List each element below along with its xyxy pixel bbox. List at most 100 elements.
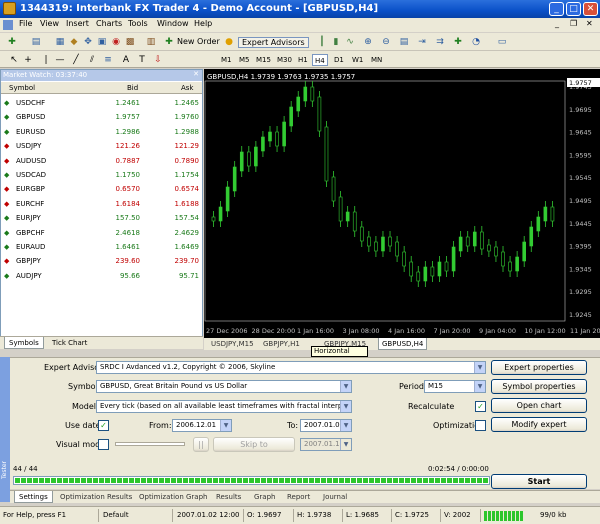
market-watch-row[interactable]: ◆ EURGBP 0.6570 0.6574 — [1, 182, 202, 196]
chart-tab-gbpjpy-h1[interactable]: GBPJPY,H1 — [260, 338, 303, 350]
zoom-in-icon[interactable]: ⊕ — [362, 36, 374, 48]
new-chart-icon[interactable]: ✚ — [6, 36, 18, 48]
line-chart-icon[interactable]: ∿ — [344, 36, 356, 48]
menu-window[interactable]: Window — [157, 19, 189, 28]
market-watch-row[interactable]: ◆ GBPUSD 1.9757 1.9760 — [1, 110, 202, 124]
menu-help[interactable]: Help — [194, 19, 212, 28]
crosshair-icon[interactable]: + — [22, 54, 34, 66]
skip-to-date-field[interactable]: 2007.01.18 ▼ — [300, 438, 352, 451]
arrow-icon[interactable]: ⇩ — [152, 54, 164, 66]
cursor-icon[interactable]: ↖ — [8, 54, 20, 66]
market-watch-row[interactable]: ◆ GBPJPY 239.60 239.70 — [1, 254, 202, 268]
new-order-button[interactable]: New Order — [177, 37, 220, 46]
tab-settings[interactable]: Settings — [14, 491, 53, 503]
horizontal-line-icon[interactable]: — — [54, 54, 66, 66]
chart-tab-usdjpy-m15[interactable]: USDJPY,M15 — [208, 338, 257, 350]
visual-mode-checkbox[interactable] — [98, 439, 109, 450]
tf-h1[interactable]: H1 — [296, 54, 310, 66]
tile-windows-icon[interactable]: ▤ — [398, 36, 410, 48]
tab-report[interactable]: Report — [283, 491, 314, 503]
modify-expert-button[interactable]: Modify expert — [491, 417, 587, 432]
label-icon[interactable]: T — [136, 54, 148, 66]
templates-icon[interactable]: ▭ — [496, 36, 508, 48]
expert-advisors-button[interactable]: Expert Advisors — [238, 37, 309, 48]
text-icon[interactable]: A — [120, 54, 132, 66]
tab-optimization-graph[interactable]: Optimization Graph — [135, 491, 211, 503]
history-icon[interactable]: ▥ — [145, 36, 157, 48]
channel-icon[interactable]: ⫽ — [86, 54, 98, 66]
document-icon[interactable] — [3, 20, 13, 30]
menu-tools[interactable]: Tools — [128, 19, 148, 28]
zoom-out-icon[interactable]: ⊖ — [380, 36, 392, 48]
market-watch-row[interactable]: ◆ USDCHF 1.2461 1.2465 — [1, 96, 202, 110]
expert-advisor-select[interactable]: SRDC I Avdanced v1.2, Copyright © 2006, … — [96, 361, 486, 374]
fibonacci-icon[interactable]: ≡ — [102, 54, 114, 66]
to-date-field[interactable]: 2007.01.09 ▼ — [300, 419, 352, 432]
expert-advisors-icon[interactable]: ● — [223, 36, 235, 48]
from-date-field[interactable]: 2006.12.01 ▼ — [172, 419, 232, 432]
tab-graph[interactable]: Graph — [250, 491, 279, 503]
autoscroll-icon[interactable]: ⇉ — [434, 36, 446, 48]
maximize-icon[interactable]: □ — [566, 2, 581, 16]
tab-symbols[interactable]: Symbols — [4, 337, 44, 349]
profiles-icon[interactable]: ▤ — [30, 36, 42, 48]
market-watch-row[interactable]: ◆ USDJPY 121.26 121.29 — [1, 139, 202, 153]
market-watch-row[interactable]: ◆ EURJPY 157.50 157.54 — [1, 211, 202, 225]
market-watch-row[interactable]: ◆ USDCAD 1.1750 1.1754 — [1, 168, 202, 182]
navigator-icon[interactable]: ✥ — [82, 36, 94, 48]
tools-icon[interactable]: ▩ — [124, 36, 136, 48]
tab-journal[interactable]: Journal — [319, 491, 351, 503]
market-watch-row[interactable]: ◆ EURCHF 1.6184 1.6188 — [1, 197, 202, 211]
skip-to-button[interactable]: Skip to — [213, 437, 295, 452]
indicators-icon[interactable]: ✚ — [452, 36, 464, 48]
tf-m5[interactable]: M5 — [237, 54, 252, 66]
mdi-close-icon[interactable]: ✕ — [586, 19, 593, 28]
market-watch-row[interactable]: ◆ GBPCHF 2.4618 2.4629 — [1, 226, 202, 240]
menu-insert[interactable]: Insert — [66, 19, 89, 28]
tf-w1[interactable]: W1 — [350, 54, 365, 66]
expert-properties-button[interactable]: Expert properties — [491, 360, 587, 375]
model-select[interactable]: Every tick (based on all available least… — [96, 400, 352, 413]
tab-tick-chart[interactable]: Tick Chart — [48, 337, 91, 349]
periods-icon[interactable]: ◔ — [470, 36, 482, 48]
start-button[interactable]: Start — [491, 474, 587, 489]
recalculate-checkbox[interactable]: ✓ — [475, 401, 486, 412]
col-symbol[interactable]: Symbol — [9, 84, 35, 92]
tf-d1[interactable]: D1 — [332, 54, 346, 66]
optimization-checkbox[interactable] — [475, 420, 486, 431]
terminal-icon[interactable]: ▣ — [96, 36, 108, 48]
menu-charts[interactable]: Charts — [96, 19, 122, 28]
pause-button[interactable]: || — [193, 437, 209, 452]
tf-mn[interactable]: MN — [369, 54, 384, 66]
symbol-select[interactable]: GBPUSD, Great Britain Pound vs US Dollar… — [96, 380, 352, 393]
data-window-icon[interactable]: ◆ — [68, 36, 80, 48]
col-ask[interactable]: Ask — [181, 84, 194, 92]
menu-view[interactable]: View — [40, 19, 59, 28]
chart-tab-gbpusd-h4[interactable]: GBPUSD,H4 — [378, 338, 428, 350]
mdi-minimize-icon[interactable]: _ — [555, 19, 559, 28]
bar-chart-icon[interactable]: ┃ — [316, 36, 328, 48]
new-order-icon[interactable]: ✚ — [163, 36, 175, 48]
tf-m15[interactable]: M15 — [254, 54, 273, 66]
tf-m30[interactable]: M30 — [275, 54, 294, 66]
candlestick-icon[interactable]: ▮ — [330, 36, 342, 48]
tf-m1[interactable]: M1 — [219, 54, 234, 66]
market-watch-icon[interactable]: ▦ — [54, 36, 66, 48]
price-chart[interactable]: 1.97451.96951.96451.95951.95451.94951.94… — [204, 69, 600, 338]
market-watch-row[interactable]: ◆ AUDUSD 0.7887 0.7890 — [1, 154, 202, 168]
panel-close-icon[interactable]: ✕ — [193, 70, 199, 78]
tab-results[interactable]: Results — [212, 491, 245, 503]
market-watch-row[interactable]: ◆ EURAUD 1.6461 1.6469 — [1, 240, 202, 254]
period-select[interactable]: M15 ▼ — [424, 380, 486, 393]
symbol-properties-button[interactable]: Symbol properties — [491, 379, 587, 394]
tester-icon[interactable]: ◉ — [110, 36, 122, 48]
col-bid[interactable]: Bid — [127, 84, 138, 92]
trendline-icon[interactable]: ╱ — [70, 54, 82, 66]
mdi-restore-icon[interactable]: ❐ — [570, 19, 577, 28]
tf-h4[interactable]: H4 — [312, 54, 328, 66]
visual-speed-slider[interactable] — [115, 442, 185, 446]
minimize-icon[interactable]: _ — [549, 2, 564, 16]
market-watch-row[interactable]: ◆ EURUSD 1.2986 1.2988 — [1, 125, 202, 139]
use-date-checkbox[interactable]: ✓ — [98, 420, 109, 431]
open-chart-button[interactable]: Open chart — [491, 398, 587, 413]
